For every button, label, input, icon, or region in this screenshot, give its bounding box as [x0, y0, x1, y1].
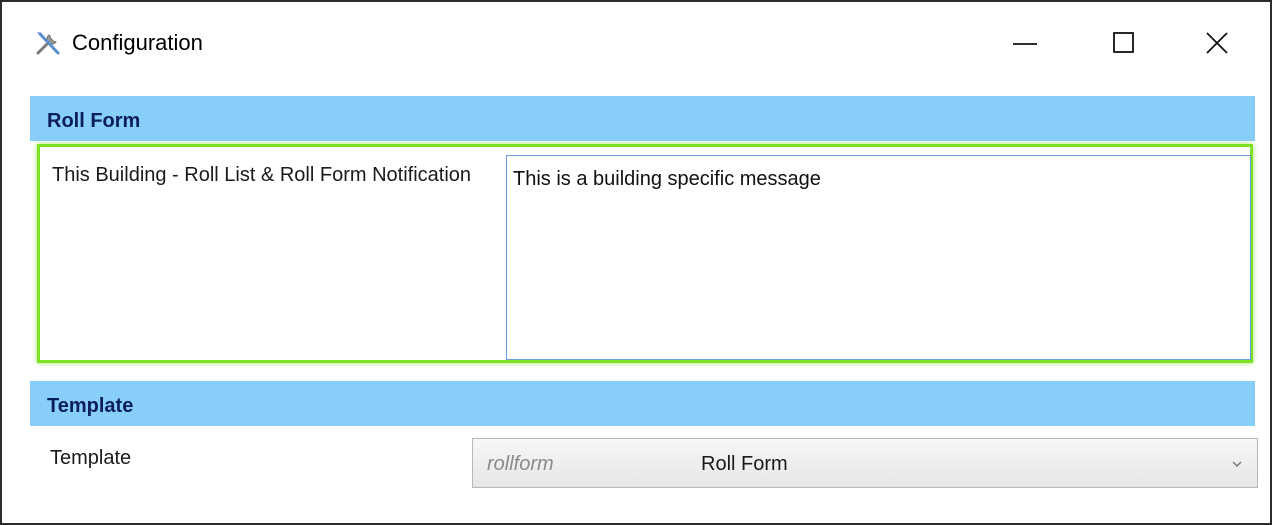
maximize-icon [1113, 32, 1134, 53]
tools-icon [34, 29, 64, 59]
template-selected-code: rollform [487, 453, 554, 475]
chevron-down-icon [1231, 457, 1243, 475]
template-label: Template [50, 447, 132, 469]
roll-notification-row: This Building - Roll List & Roll Form No… [37, 144, 1253, 363]
template-section-header: Template [30, 381, 1255, 426]
minimize-button[interactable] [1002, 20, 1048, 66]
template-selected-name: Roll Form [701, 453, 788, 475]
close-icon [1206, 32, 1228, 54]
configuration-window: Configuration Roll Form This Building - … [0, 0, 1272, 525]
minimize-icon [1013, 43, 1037, 45]
roll-notification-message-input[interactable]: This is a building specific message [506, 155, 1251, 360]
roll-form-section-title: Roll Form [47, 110, 141, 132]
template-dropdown[interactable]: rollform Roll Form [472, 438, 1258, 488]
roll-notification-label: This Building - Roll List & Roll Form No… [52, 164, 472, 186]
window-title: Configuration [72, 30, 203, 55]
template-section-title: Template [47, 395, 134, 417]
close-button[interactable] [1194, 20, 1240, 66]
roll-form-section-header: Roll Form [30, 96, 1255, 141]
maximize-button[interactable] [1100, 20, 1146, 66]
title-bar[interactable]: Configuration [2, 2, 1270, 84]
